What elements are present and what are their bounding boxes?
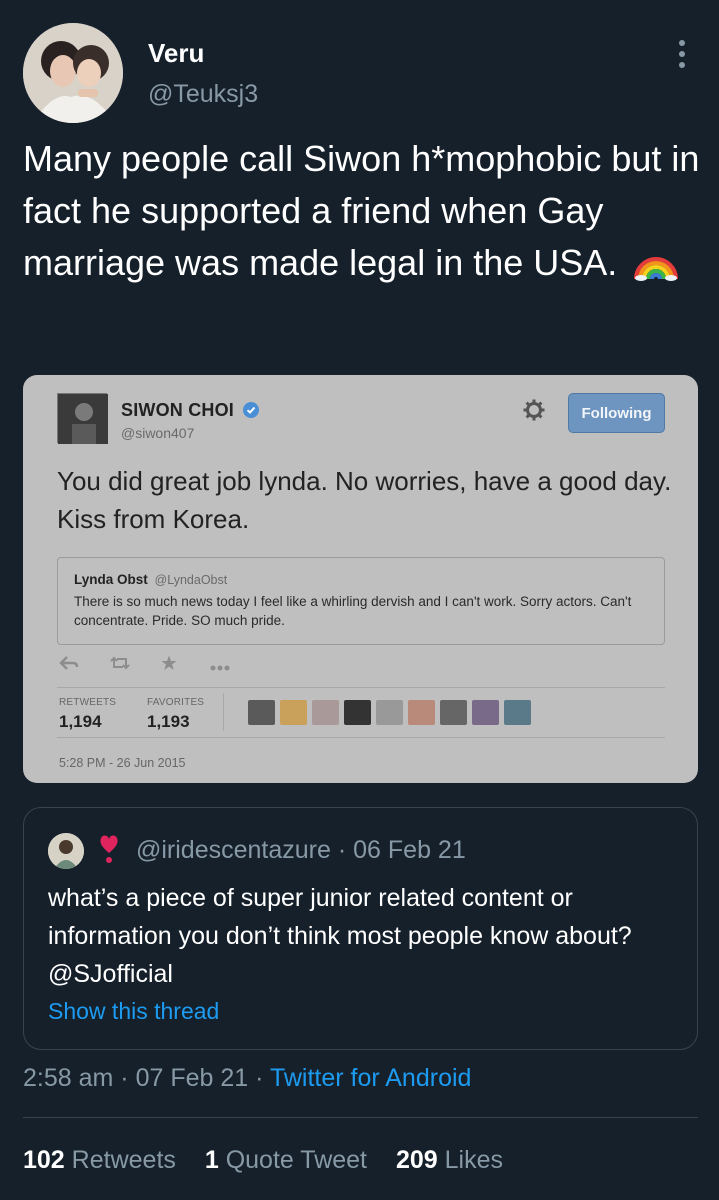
quoted-tweet[interactable]: @iridescentazure · 06 Feb 21 what’s a pi… (23, 807, 698, 1050)
likes-stat[interactable]: 209 Likes (396, 1146, 503, 1174)
quoted-avatar (48, 833, 84, 869)
favoriter-avatar (472, 700, 499, 725)
siwon-name: SIWON CHOI (121, 400, 260, 421)
engagement-stats: 102 Retweets 1 Quote Tweet 209 Likes (23, 1146, 525, 1175)
quoted-date: 06 Feb 21 (353, 836, 466, 864)
profile-photo-icon (48, 833, 84, 869)
favoriter-avatar (248, 700, 275, 725)
lynda-name-row: Lynda Obst @LyndaObst (74, 572, 648, 587)
tweet-meta: 2:58 am · 07 Feb 21 · Twitter for Androi… (23, 1064, 471, 1093)
meta-separator: · (255, 1064, 264, 1092)
favoriter-avatar (280, 700, 307, 725)
favorites-value: 1,193 (147, 712, 190, 731)
retweets-stat[interactable]: 102 Retweets (23, 1146, 176, 1174)
embedded-screenshot[interactable]: SIWON CHOI @siwon407 Following You did g… (23, 375, 698, 783)
meta-separator: · (120, 1064, 129, 1092)
siwon-avatar (57, 393, 108, 444)
retweet-icon (109, 655, 131, 676)
divider (23, 1117, 698, 1118)
retweets-label: RETWEETS (59, 697, 117, 708)
screenshot-timestamp: 5:28 PM - 26 Jun 2015 (59, 756, 186, 770)
favoriter-avatar (408, 700, 435, 725)
divider (57, 687, 665, 688)
show-thread-link[interactable]: Show this thread (48, 998, 219, 1025)
lynda-name: Lynda Obst (74, 572, 148, 587)
quotes-stat[interactable]: 1 Quote Tweet (205, 1146, 367, 1174)
author-handle[interactable]: @Teuksj3 (148, 80, 258, 109)
gear-icon (523, 399, 545, 421)
siwon-name-text: SIWON CHOI (121, 400, 234, 420)
tweet-time: 2:58 am (23, 1064, 114, 1092)
favoriter-avatar (504, 700, 531, 725)
favoriters-avatars (248, 700, 531, 725)
more-dots-icon (209, 659, 231, 677)
screenshot-actions (59, 655, 259, 675)
author-display-name[interactable]: Veru (148, 38, 204, 69)
meta-separator: · (337, 836, 347, 864)
divider (57, 737, 665, 738)
likes-count: 209 (395, 1146, 438, 1174)
profile-photo-icon (23, 23, 123, 123)
likes-label: Likes (444, 1146, 503, 1174)
tweet-text: Many people call Siwon h*mophobic but in… (23, 138, 700, 283)
quoted-handle[interactable]: @iridescentazure (136, 836, 331, 864)
retweets-count: 102 (23, 1146, 65, 1174)
tweet-body: Many people call Siwon h*mophobic but in… (23, 133, 703, 289)
lynda-text: There is so much news today I feel like … (74, 594, 632, 628)
more-options-icon[interactable] (670, 36, 694, 72)
verified-badge-icon (243, 402, 260, 418)
quoted-meta: @iridescentazure · 06 Feb 21 (136, 836, 466, 865)
favorites-label: FAVORITES (147, 697, 205, 708)
author-avatar[interactable] (23, 23, 123, 123)
favoriter-avatar (312, 700, 339, 725)
star-icon (161, 655, 177, 676)
heart-exclamation-icon (100, 835, 118, 863)
retweets-value: 1,194 (59, 712, 102, 731)
reply-icon (59, 655, 79, 676)
quotes-label: Quote Tweet (225, 1146, 367, 1174)
favoriter-avatar (344, 700, 371, 725)
tweet-date: 07 Feb 21 (135, 1064, 249, 1092)
quotes-count: 1 (204, 1146, 219, 1174)
quoted-text: what’s a piece of super junior related c… (48, 884, 632, 988)
divider (223, 693, 224, 731)
siwon-tweet-text: You did great job lynda. No worries, hav… (57, 466, 672, 534)
following-button: Following (568, 393, 665, 433)
rainbow-icon (634, 257, 679, 281)
favoriter-avatar (376, 700, 403, 725)
profile-photo-icon (58, 394, 108, 444)
lynda-handle: @LyndaObst (154, 573, 228, 587)
retweets-label: Retweets (71, 1146, 176, 1174)
favoriter-avatar (440, 700, 467, 725)
lynda-quote: Lynda Obst @LyndaObst There is so much n… (57, 557, 665, 645)
client-link[interactable]: Twitter for Android (270, 1064, 471, 1092)
siwon-handle: @siwon407 (121, 425, 195, 441)
